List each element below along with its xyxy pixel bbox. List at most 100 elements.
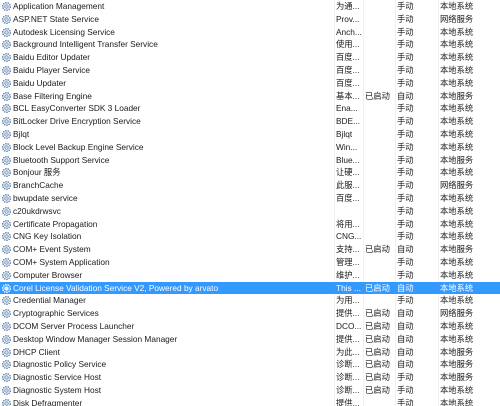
- service-description: 百度...: [336, 192, 360, 203]
- service-logon-as: 本地系统: [440, 1, 474, 11]
- service-description: 提供...: [336, 308, 360, 319]
- gear-icon: [2, 155, 11, 165]
- service-startup-type: 手动: [397, 13, 414, 24]
- service-row[interactable]: COM+ System Application 管理... 手动 本地系统: [0, 256, 500, 269]
- service-row[interactable]: Block Level Backup Engine Service Win...…: [0, 141, 500, 154]
- service-description: 管理...: [336, 256, 360, 267]
- service-row[interactable]: Disk Defragmenter 提供... 手动 本地系统: [0, 397, 500, 406]
- gear-icon: [2, 219, 11, 229]
- service-logon-as: 本地系统: [440, 26, 474, 37]
- service-logon-as: 本地系统: [440, 231, 474, 242]
- service-row[interactable]: Application Management 为通... 手动 本地系统: [0, 0, 500, 13]
- gear-icon: [2, 385, 11, 395]
- service-name: c20ukdrwsvc: [13, 205, 61, 216]
- service-startup-type: 手动: [397, 205, 414, 216]
- service-name: Cryptographic Services: [13, 308, 99, 319]
- service-description: 提供...: [336, 397, 360, 406]
- service-row[interactable]: Baidu Editor Updater 百度... 手动 本地系统: [0, 51, 500, 64]
- gear-icon: [2, 2, 11, 11]
- service-name: Baidu Editor Updater: [13, 52, 91, 63]
- service-row[interactable]: Desktop Window Manager Session Manager 提…: [0, 333, 500, 346]
- service-startup-type: 手动: [397, 128, 414, 139]
- service-row[interactable]: Bonjour 服务 让硬... 手动 本地系统: [0, 166, 500, 179]
- service-startup-type: 手动: [397, 52, 414, 63]
- service-row[interactable]: Cryptographic Services 提供... 已启动 自动 网络服务: [0, 307, 500, 320]
- service-logon-as: 本地服务: [440, 90, 474, 101]
- service-description: 将用...: [336, 218, 360, 229]
- gear-icon: [2, 40, 11, 50]
- service-logon-as: 网络服务: [440, 180, 474, 191]
- service-logon-as: 本地系统: [440, 64, 474, 75]
- service-row[interactable]: CNG Key Isolation CNG... 手动 本地系统: [0, 230, 500, 243]
- service-description: 此服...: [336, 180, 360, 191]
- service-startup-type: 手动: [397, 77, 414, 88]
- service-row[interactable]: bwupdate service 百度... 手动 本地系统: [0, 192, 500, 205]
- service-status: 已启动: [365, 244, 390, 255]
- service-startup-type: 手动: [397, 1, 414, 11]
- gear-icon: [2, 142, 11, 152]
- service-row[interactable]: Background Intelligent Transfer Service …: [0, 38, 500, 51]
- service-startup-type: 手动: [397, 384, 414, 395]
- service-description: Prov...: [336, 13, 360, 24]
- service-row[interactable]: Diagnostic Service Host 诊断... 已启动 手动 本地服…: [0, 371, 500, 384]
- service-name: DCOM Server Process Launcher: [13, 320, 135, 331]
- service-description: 维护...: [336, 269, 360, 280]
- service-description: 为用...: [336, 295, 360, 306]
- service-status: 已启动: [365, 333, 390, 344]
- service-name: Baidu Player Service: [13, 64, 91, 75]
- service-status: 已启动: [365, 320, 390, 331]
- service-description: This ...: [336, 282, 361, 293]
- service-startup-type: 手动: [397, 231, 414, 242]
- gear-icon: [2, 245, 11, 255]
- service-row[interactable]: Diagnostic Policy Service 诊断... 已启动 自动 本…: [0, 358, 500, 371]
- service-row[interactable]: Credential Manager 为用... 手动 本地系统: [0, 294, 500, 307]
- service-name: Diagnostic Policy Service: [13, 359, 107, 370]
- service-row[interactable]: BCL EasyConverter SDK 3 Loader Ena... 手动…: [0, 102, 500, 115]
- service-logon-as: 本地系统: [440, 128, 474, 139]
- service-name: Autodesk Licensing Service: [13, 26, 115, 37]
- gear-icon: [2, 14, 11, 24]
- gear-icon: [2, 270, 11, 280]
- service-row[interactable]: DCOM Server Process Launcher DCO... 已启动 …: [0, 320, 500, 333]
- service-row[interactable]: Certificate Propagation 将用... 手动 本地系统: [0, 218, 500, 231]
- service-logon-as: 本地系统: [440, 269, 474, 280]
- service-startup-type: 手动: [397, 269, 414, 280]
- gear-icon: [2, 373, 11, 383]
- service-row[interactable]: c20ukdrwsvc 手动 本地系统: [0, 205, 500, 218]
- service-logon-as: 网络服务: [440, 13, 474, 24]
- service-name: BitLocker Drive Encryption Service: [13, 116, 141, 127]
- service-row[interactable]: ASP.NET State Service Prov... 手动 网络服务: [0, 13, 500, 26]
- service-row[interactable]: Computer Browser 维护... 手动 本地系统: [0, 269, 500, 282]
- service-row[interactable]: Diagnostic System Host 诊断... 已启动 手动 本地系统: [0, 384, 500, 397]
- service-row[interactable]: Bluetooth Support Service Blue... 手动 本地服…: [0, 154, 500, 167]
- service-startup-type: 自动: [397, 282, 414, 293]
- gear-icon: [2, 168, 11, 178]
- service-logon-as: 本地系统: [440, 39, 474, 50]
- service-row[interactable]: Bjlqt Bjlqt 手动 本地系统: [0, 128, 500, 141]
- service-startup-type: 手动: [397, 141, 414, 152]
- service-row[interactable]: Corel License Validation Service V2, Pow…: [0, 281, 500, 295]
- service-status: 已启动: [365, 308, 390, 319]
- service-startup-type: 手动: [397, 26, 414, 37]
- service-startup-type: 自动: [397, 308, 414, 319]
- service-row[interactable]: DHCP Client 为此... 已启动 自动 本地服务: [0, 346, 500, 359]
- service-row[interactable]: BranchCache 此服... 手动 网络服务: [0, 179, 500, 192]
- service-logon-as: 本地系统: [440, 256, 474, 267]
- service-startup-type: 手动: [397, 154, 414, 165]
- service-row[interactable]: Base Filtering Engine 基本... 已启动 自动 本地服务: [0, 90, 500, 103]
- service-row[interactable]: Autodesk Licensing Service Anch... 手动 本地…: [0, 26, 500, 39]
- service-name: Base Filtering Engine: [13, 90, 92, 101]
- service-startup-type: 手动: [397, 218, 414, 229]
- service-row[interactable]: Baidu Player Service 百度... 手动 本地系统: [0, 64, 500, 77]
- gear-icon: [2, 296, 11, 306]
- service-name: BCL EasyConverter SDK 3 Loader: [13, 103, 141, 114]
- service-name: Disk Defragmenter: [13, 397, 83, 406]
- service-status: 已启动: [365, 282, 390, 293]
- service-row[interactable]: COM+ Event System 支持... 已启动 自动 本地服务: [0, 243, 500, 256]
- service-logon-as: 本地系统: [440, 167, 474, 178]
- gear-icon: [2, 232, 11, 242]
- service-row[interactable]: Baidu Updater 百度... 手动 本地系统: [0, 77, 500, 90]
- service-name: Baidu Updater: [13, 77, 67, 88]
- service-row[interactable]: BitLocker Drive Encryption Service BDE..…: [0, 115, 500, 128]
- gear-icon: [2, 206, 11, 216]
